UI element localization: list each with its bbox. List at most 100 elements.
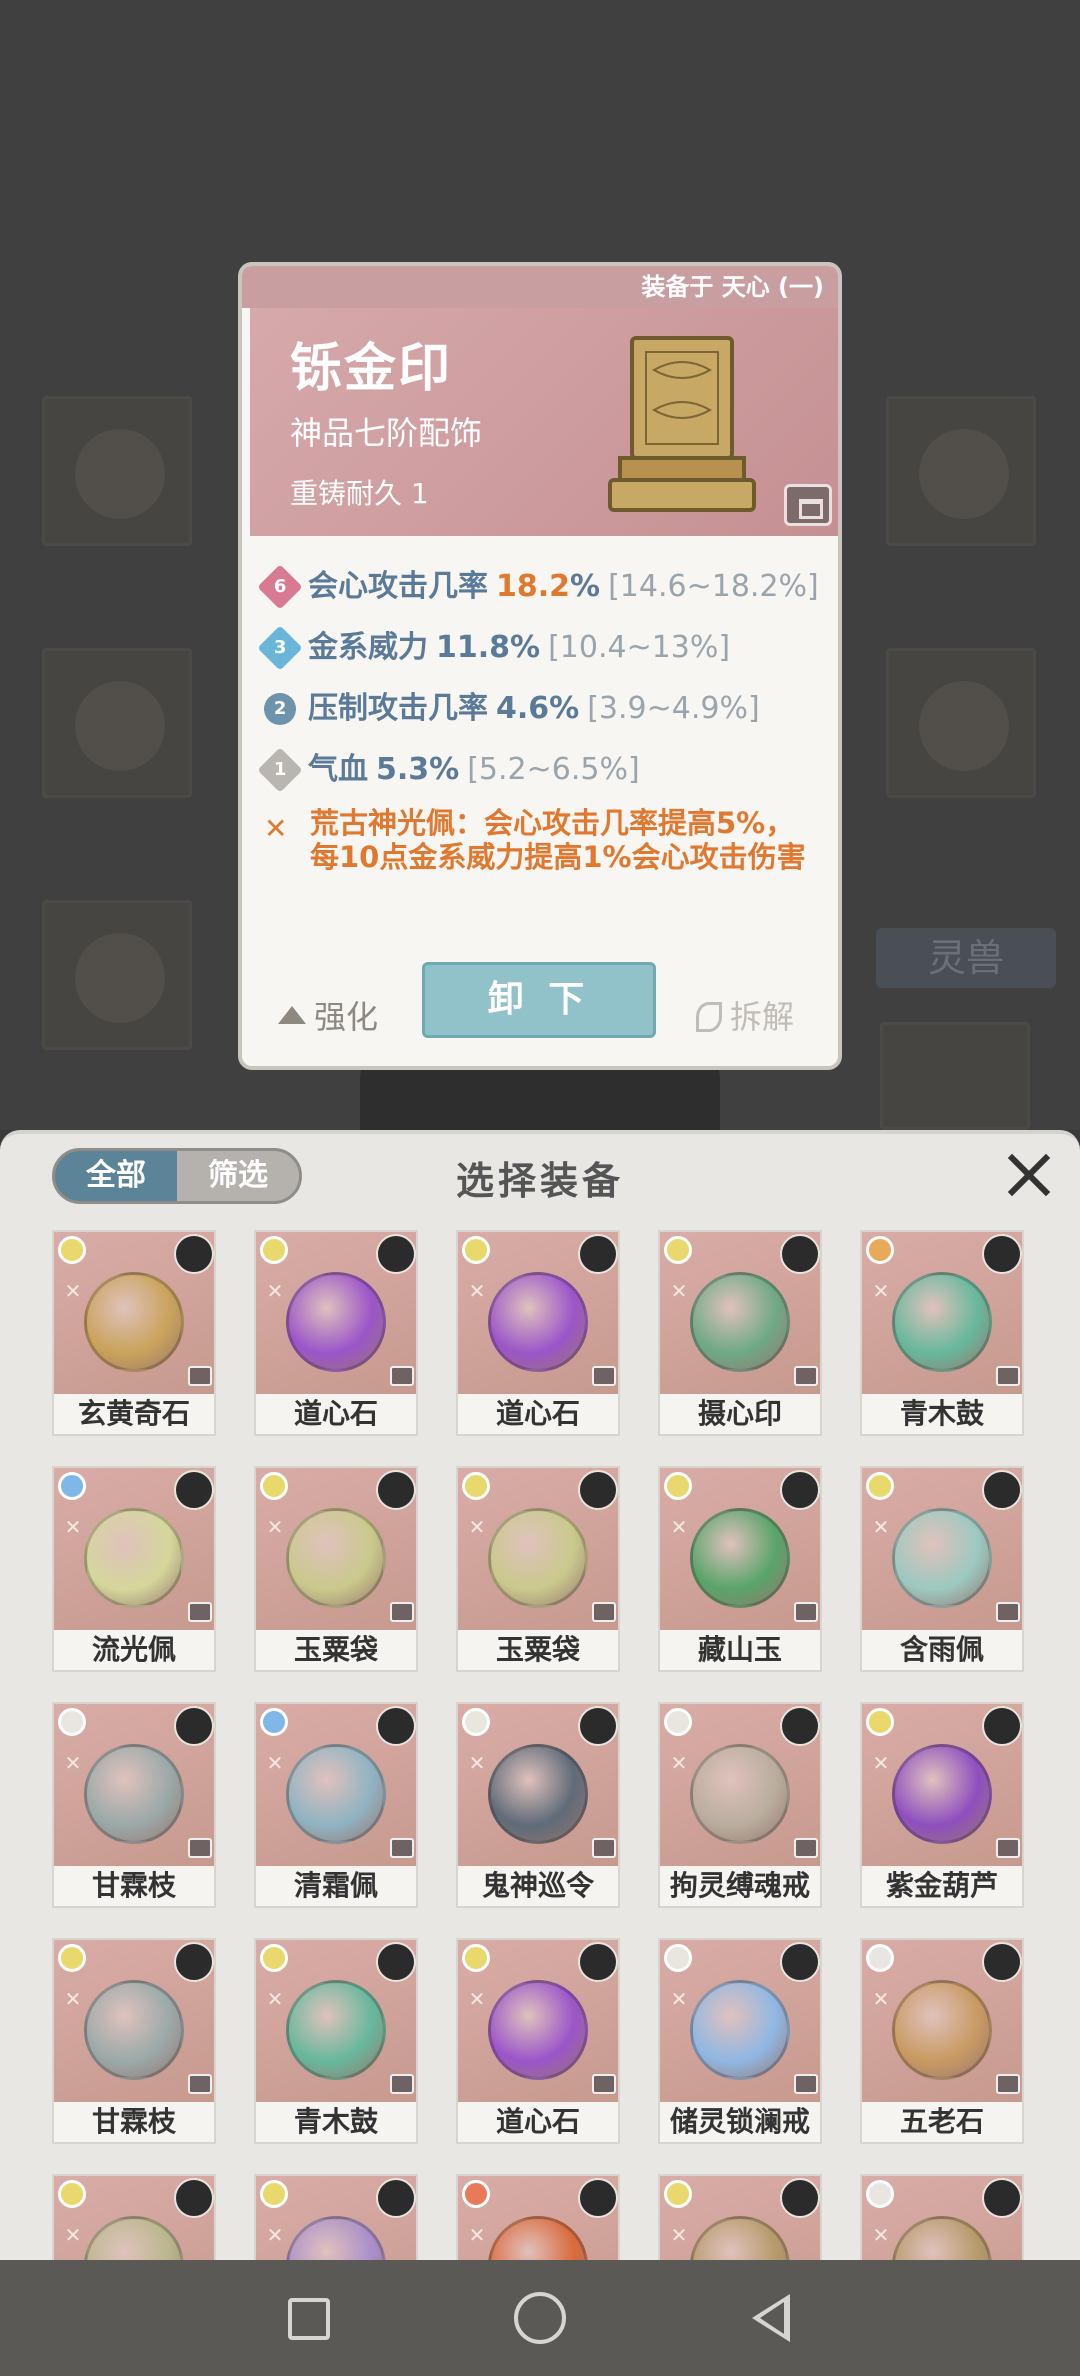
equipment-card[interactable]: ✕ 玄黄奇石 — [52, 1230, 216, 1436]
lock-icon — [996, 2074, 1020, 2094]
set-mark-icon: ✕ — [468, 1279, 486, 1303]
element-icon — [260, 2180, 288, 2208]
set-mark-icon: ✕ — [670, 1751, 688, 1775]
equipment-card-art: ✕ — [862, 1468, 1022, 1630]
equipment-card[interactable]: ✕ — [52, 2174, 216, 2260]
equipment-card[interactable]: ✕ 甘霖枝 — [52, 1702, 216, 1908]
leaf-icon — [696, 1002, 722, 1032]
equipment-card[interactable]: ✕ — [456, 2174, 620, 2260]
equipment-card-art: ✕ — [862, 1940, 1022, 2102]
equipment-card[interactable]: ✕ 甘霖枝 — [52, 1938, 216, 2144]
owner-avatar — [780, 1942, 820, 1982]
equipment-card[interactable]: ✕ 摄心印 — [658, 1230, 822, 1436]
equipment-item-image — [84, 2216, 184, 2260]
lock-icon — [592, 1838, 616, 1858]
element-icon — [664, 2180, 692, 2208]
set-mark-icon: ✕ — [64, 1279, 82, 1303]
equipment-card[interactable]: ✕ 玉粟袋 — [254, 1466, 418, 1672]
stat-value: 11.8% — [436, 629, 541, 665]
element-icon — [58, 1944, 86, 1972]
set-mark-icon: ✕ — [64, 2223, 82, 2247]
element-icon — [462, 1944, 490, 1972]
equipment-card-art: ✕ — [54, 1940, 214, 2102]
equipment-card-label: 青木鼓 — [256, 2102, 416, 2142]
owner-avatar — [376, 1942, 416, 1982]
equipment-card[interactable]: ✕ 玉粟袋 — [456, 1466, 620, 1672]
equipment-card[interactable]: ✕ 藏山玉 — [658, 1466, 822, 1672]
equipment-card-art: ✕ — [458, 1468, 618, 1630]
spirit-beast-label: 灵兽 — [876, 928, 1056, 988]
equipment-item-image — [286, 2216, 386, 2260]
set-mark-icon: ✕ — [872, 1751, 890, 1775]
owner-avatar — [780, 1706, 820, 1746]
equipment-card-art: ✕ — [660, 1232, 820, 1394]
equipment-card[interactable]: ✕ 五老石 — [860, 1938, 1024, 2144]
set-mark-icon: ✕ — [266, 1515, 284, 1539]
equipment-card[interactable]: ✕ 储灵锁澜戒 — [658, 1938, 822, 2144]
set-mark-icon: ✕ — [872, 1515, 890, 1539]
equipment-card-art: ✕ — [862, 2176, 1022, 2260]
element-icon — [664, 1472, 692, 1500]
back-icon[interactable] — [752, 2294, 790, 2342]
set-mark-icon: ✕ — [872, 2223, 890, 2247]
arrow-up-icon — [278, 1006, 306, 1024]
equipment-card[interactable]: ✕ — [658, 2174, 822, 2260]
equipment-card[interactable]: ✕ — [860, 2174, 1024, 2260]
owner-avatar — [982, 1470, 1022, 1510]
set-mark-icon: ✕ — [266, 2223, 284, 2247]
equipment-card[interactable]: ✕ — [254, 2174, 418, 2260]
lock-icon — [390, 1602, 414, 1622]
item-grade: 神品七阶配饰 — [290, 414, 483, 452]
item-hero: 铄金印 神品七阶配饰 重铸耐久 1 — [250, 308, 838, 536]
lock-icon[interactable] — [784, 484, 832, 526]
equipment-card[interactable]: ✕ 道心石 — [254, 1230, 418, 1436]
equipment-card-label: 玄黄奇石 — [54, 1394, 214, 1434]
unequip-button[interactable]: 卸 下 — [422, 962, 656, 1038]
set-mark-icon: ✕ — [670, 1987, 688, 2011]
owner-avatar — [376, 1470, 416, 1510]
element-icon — [260, 1472, 288, 1500]
set-mark-icon: ✕ — [670, 2223, 688, 2247]
equipment-item-image — [892, 1744, 992, 1844]
equipment-card-art: ✕ — [256, 1468, 416, 1630]
element-icon — [866, 1708, 894, 1736]
equipment-card-art: ✕ — [54, 1704, 214, 1866]
equipment-card-label: 流光佩 — [54, 1630, 214, 1670]
equipment-card[interactable]: ✕ 流光佩 — [52, 1466, 216, 1672]
equipment-card-label: 玉粟袋 — [256, 1630, 416, 1670]
set-bonus-text: 荒古神光佩：会心攻击几率提高5%，每10点金系威力提高1%会心攻击伤害 — [310, 806, 806, 874]
equipment-slot-armor — [42, 648, 192, 798]
owner-avatar — [982, 1234, 1022, 1274]
stat-label: 金系威力 — [308, 629, 428, 665]
equipment-card[interactable]: ✕ 青木鼓 — [254, 1938, 418, 2144]
lock-icon — [390, 1838, 414, 1858]
equipment-card-label: 拘灵缚魂戒 — [660, 1866, 820, 1906]
stat-level-icon: 2 — [257, 685, 303, 732]
owner-avatar — [780, 1234, 820, 1274]
item-actions: 强化 卸 下 拆解 — [242, 962, 838, 1062]
equipment-item-image — [286, 1980, 386, 2080]
equipment-card[interactable]: ✕ 拘灵缚魂戒 — [658, 1702, 822, 1908]
close-icon[interactable] — [1004, 1150, 1052, 1198]
set-mark-icon: ✕ — [468, 2223, 486, 2247]
set-bonus: ✕ 荒古神光佩：会心攻击几率提高5%，每10点金系威力提高1%会心攻击伤害 — [264, 806, 834, 874]
set-mark-icon: ✕ — [64, 1515, 82, 1539]
home-icon[interactable] — [514, 2292, 566, 2344]
equipment-item-image — [84, 1272, 184, 1372]
dismantle-button[interactable]: 拆解 — [696, 992, 794, 1038]
element-icon — [866, 1236, 894, 1264]
element-icon — [260, 1236, 288, 1264]
item-durability: 重铸耐久 1 — [290, 477, 429, 510]
equipment-card[interactable]: ✕ 青木鼓 — [860, 1230, 1024, 1436]
equipment-card-art: ✕ — [862, 1704, 1022, 1866]
equipment-card[interactable]: ✕ 道心石 — [456, 1938, 620, 2144]
equipment-card[interactable]: ✕ 道心石 — [456, 1230, 620, 1436]
equipment-card[interactable]: ✕ 清霜佩 — [254, 1702, 418, 1908]
equipment-card[interactable]: ✕ 含雨佩 — [860, 1466, 1024, 1672]
recent-apps-icon[interactable] — [288, 2298, 330, 2340]
equipment-card[interactable]: ✕ 紫金葫芦 — [860, 1702, 1024, 1908]
equipment-card[interactable]: ✕ 鬼神巡令 — [456, 1702, 620, 1908]
lock-icon — [996, 1366, 1020, 1386]
equipment-card-art: ✕ — [256, 1940, 416, 2102]
upgrade-button[interactable]: 强化 — [278, 992, 378, 1038]
